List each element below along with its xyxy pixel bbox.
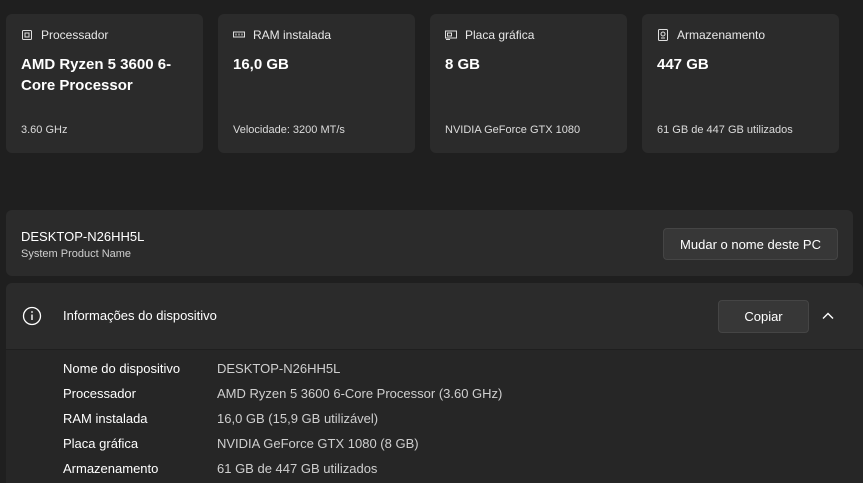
card-value: 16,0 GB [233, 56, 289, 73]
device-model: System Product Name [21, 248, 132, 260]
info-icon [22, 306, 42, 326]
card-label: Armazenamento [677, 28, 766, 42]
processor-card: Processador AMD Ryzen 5 3600 6-Core Proc… [6, 14, 203, 153]
ram-icon [233, 31, 245, 38]
spec-value: AMD Ryzen 5 3600 6-Core Processor (3.60 … [217, 386, 503, 401]
spec-label: Armazenamento [63, 461, 159, 476]
gpu-icon [445, 30, 457, 40]
spec-cards: Processador AMD Ryzen 5 3600 6-Core Proc… [6, 14, 839, 153]
card-subtext: Velocidade: 3200 MT/s [233, 124, 345, 136]
storage-icon [658, 29, 668, 41]
spec-value: DESKTOP-N26HH5L [217, 361, 341, 376]
spec-value: 61 GB de 447 GB utilizados [217, 461, 378, 476]
spec-row: Placa gráfica NVIDIA GeForce GTX 1080 (8… [63, 436, 419, 451]
spec-label: Nome do dispositivo [63, 361, 181, 376]
card-label: RAM instalada [253, 28, 332, 42]
ram-card: RAM instalada 16,0 GB Velocidade: 3200 M… [218, 14, 415, 153]
card-subtext: 3.60 GHz [21, 124, 68, 136]
chevron-up-icon[interactable] [820, 308, 836, 324]
spec-label: Processador [63, 386, 136, 401]
card-label: Placa gráfica [465, 28, 535, 42]
processor-icon [22, 30, 32, 40]
spec-label: Placa gráfica [63, 436, 139, 451]
device-name-section: DESKTOP-N26HH5L System Product Name Muda… [6, 210, 853, 276]
card-subtext: 61 GB de 447 GB utilizados [657, 124, 793, 136]
spec-row: Processador AMD Ryzen 5 3600 6-Core Proc… [63, 386, 502, 401]
copy-button[interactable]: Copiar [718, 300, 809, 333]
device-info-details: Nome do dispositivo DESKTOP-N26HH5L Proc… [6, 350, 863, 483]
card-subtext: NVIDIA GeForce GTX 1080 [445, 124, 581, 136]
card-value: 447 GB [657, 56, 709, 73]
spec-value: 16,0 GB (15,9 GB utilizável) [217, 411, 379, 426]
device-info-header[interactable]: Informações do dispositivo Copiar [6, 283, 863, 349]
spec-row: Armazenamento 61 GB de 447 GB utilizados [63, 461, 377, 476]
card-value: 8 GB [445, 56, 481, 73]
device-name: DESKTOP-N26HH5L [21, 229, 145, 244]
rename-pc-button[interactable]: Mudar o nome deste PC [663, 228, 838, 260]
card-label: Processador [41, 28, 109, 42]
section-title: Informações do dispositivo [63, 308, 217, 323]
spec-row: RAM instalada 16,0 GB (15,9 GB utilizáve… [63, 411, 378, 426]
spec-value: NVIDIA GeForce GTX 1080 (8 GB) [217, 436, 419, 451]
storage-card: Armazenamento 447 GB 61 GB de 447 GB uti… [642, 14, 839, 153]
spec-label: RAM instalada [63, 411, 148, 426]
card-value: AMD Ryzen 5 3600 6-Core Processor [21, 56, 172, 94]
spec-row: Nome do dispositivo DESKTOP-N26HH5L [63, 361, 340, 376]
gpu-card: Placa gráfica 8 GB NVIDIA GeForce GTX 10… [430, 14, 627, 153]
